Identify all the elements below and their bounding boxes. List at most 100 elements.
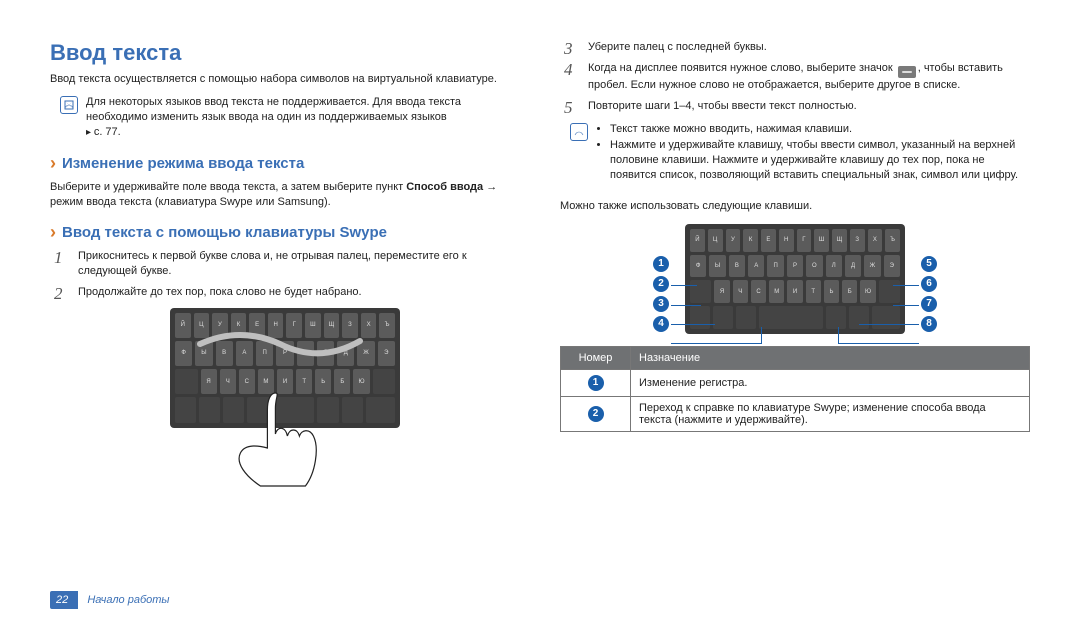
- key: Ч: [733, 280, 748, 303]
- fn-key: [849, 306, 869, 329]
- key: Е: [761, 229, 776, 252]
- key: П: [256, 341, 273, 366]
- fn-key: [342, 397, 363, 422]
- keyboard-2: Й Ц У К Е Н Г Ш Щ З Х Ъ Ф Ы В А: [685, 224, 905, 334]
- note-bullet: Текст также можно вводить, нажимая клави…: [610, 122, 1030, 137]
- key: Д: [845, 255, 861, 278]
- callout-8: 8: [921, 316, 937, 332]
- swype-keyboard-illustration: Й Ц У К Е Н Г Ш Щ З Х Ъ Ф Ы В А: [145, 308, 425, 498]
- note-body: Для некоторых языков ввод текста не подд…: [86, 96, 461, 123]
- key: Ж: [864, 255, 880, 278]
- page-title: Ввод текста: [50, 40, 520, 66]
- key: Ю: [353, 369, 369, 394]
- section-change-input-mode: Изменение режима ввода текста: [50, 153, 520, 174]
- callout-line: [671, 285, 697, 286]
- callout-line: [671, 324, 715, 325]
- num-badge-1: 1: [588, 375, 604, 391]
- space-key: [759, 306, 823, 329]
- key: З: [342, 313, 358, 338]
- key: Е: [249, 313, 265, 338]
- note-key-hold: Текст также можно вводить, нажимая клави…: [570, 122, 1030, 185]
- key: Ь: [824, 280, 839, 303]
- callout-6: 6: [921, 276, 937, 292]
- td-num: 2: [561, 396, 631, 431]
- key: Н: [268, 313, 284, 338]
- key: З: [850, 229, 865, 252]
- page-number: 22: [50, 591, 78, 609]
- enter-key: [872, 306, 900, 329]
- key: Щ: [324, 313, 340, 338]
- td-num: 1: [561, 369, 631, 396]
- key: Х: [361, 313, 377, 338]
- kb-row: Й Ц У К Е Н Г Ш Щ З Х Ъ: [175, 313, 395, 338]
- keyboard-callout-diagram: Й Ц У К Е Н Г Ш Щ З Х Ъ Ф Ы В А: [645, 224, 945, 334]
- key: Л: [317, 341, 334, 366]
- callout-7: 7: [921, 296, 937, 312]
- page-footer: 22 Начало работы: [50, 591, 170, 609]
- key: Г: [286, 313, 302, 338]
- note-icon: [570, 123, 588, 141]
- th-number: Номер: [561, 346, 631, 369]
- note-language-support: Для некоторых языков ввод текста не подд…: [60, 95, 520, 140]
- section1-body: Выберите и удерживайте поле ввода текста…: [50, 180, 520, 210]
- th-purpose: Назначение: [631, 346, 1030, 369]
- key: Э: [884, 255, 900, 278]
- key: У: [212, 313, 228, 338]
- key: Х: [868, 229, 883, 252]
- step-2: 2Продолжайте до тех пор, пока слово не б…: [50, 285, 520, 300]
- callout-1: 1: [653, 256, 669, 272]
- callout-line: [893, 305, 919, 306]
- key: В: [729, 255, 745, 278]
- key: Э: [378, 341, 395, 366]
- chapter-name: Начало работы: [87, 594, 169, 606]
- intro-text: Ввод текста осуществляется с помощью наб…: [50, 72, 520, 87]
- key: Р: [787, 255, 803, 278]
- callout-line: [839, 343, 919, 344]
- key: Б: [842, 280, 857, 303]
- backspace-key: [879, 280, 900, 303]
- cross-reference: с. 77.: [86, 126, 121, 138]
- steps-right: 3Уберите палец с последней буквы. 4 Когд…: [560, 40, 1030, 114]
- key: Г: [797, 229, 812, 252]
- key: Б: [334, 369, 350, 394]
- key: Ж: [357, 341, 374, 366]
- right-column: 3Уберите палец с последней буквы. 4 Когд…: [560, 40, 1030, 599]
- callout-line: [859, 324, 919, 325]
- key: Ф: [175, 341, 192, 366]
- table-row: 2 Переход к справке по клавиатуре Swype;…: [561, 396, 1030, 431]
- fn-key: [175, 397, 196, 422]
- key: Ю: [860, 280, 875, 303]
- callout-2: 2: [653, 276, 669, 292]
- callout-line: [893, 285, 919, 286]
- key: М: [769, 280, 784, 303]
- key: О: [297, 341, 314, 366]
- key: Ц: [708, 229, 723, 252]
- step-3: 3Уберите палец с последней буквы.: [560, 40, 1030, 55]
- fn-key: [713, 306, 733, 329]
- backspace-key: [373, 369, 396, 394]
- key: Д: [337, 341, 354, 366]
- table-row: 1 Изменение регистра.: [561, 369, 1030, 396]
- key: Р: [276, 341, 293, 366]
- key-function-table: Номер Назначение 1 Изменение регистра. 2…: [560, 346, 1030, 432]
- enter-key: [366, 397, 395, 422]
- callouts-right: 5 6 7 8: [921, 256, 937, 332]
- fn-key: [690, 306, 710, 329]
- key: Й: [690, 229, 705, 252]
- note-text: Текст также можно вводить, нажимая клави…: [596, 122, 1030, 185]
- key: Ы: [195, 341, 212, 366]
- hand-icon: [215, 388, 335, 498]
- key: Ц: [194, 313, 210, 338]
- callout-5: 5: [921, 256, 937, 272]
- shift-key: [175, 369, 198, 394]
- td-desc: Переход к справке по клавиатуре Swype; и…: [631, 396, 1030, 431]
- left-column: Ввод текста Ввод текста осуществляется с…: [50, 40, 520, 599]
- key: Л: [826, 255, 842, 278]
- key: Ъ: [885, 229, 900, 252]
- step-4-text: Когда на дисплее появится нужное слово, …: [588, 62, 1003, 91]
- callout-3: 3: [653, 296, 669, 312]
- key: Ш: [814, 229, 829, 252]
- kb-row: Ф Ы В А П Р О Л Д Ж Э: [175, 341, 395, 366]
- key: Ъ: [379, 313, 395, 338]
- callout-4: 4: [653, 316, 669, 332]
